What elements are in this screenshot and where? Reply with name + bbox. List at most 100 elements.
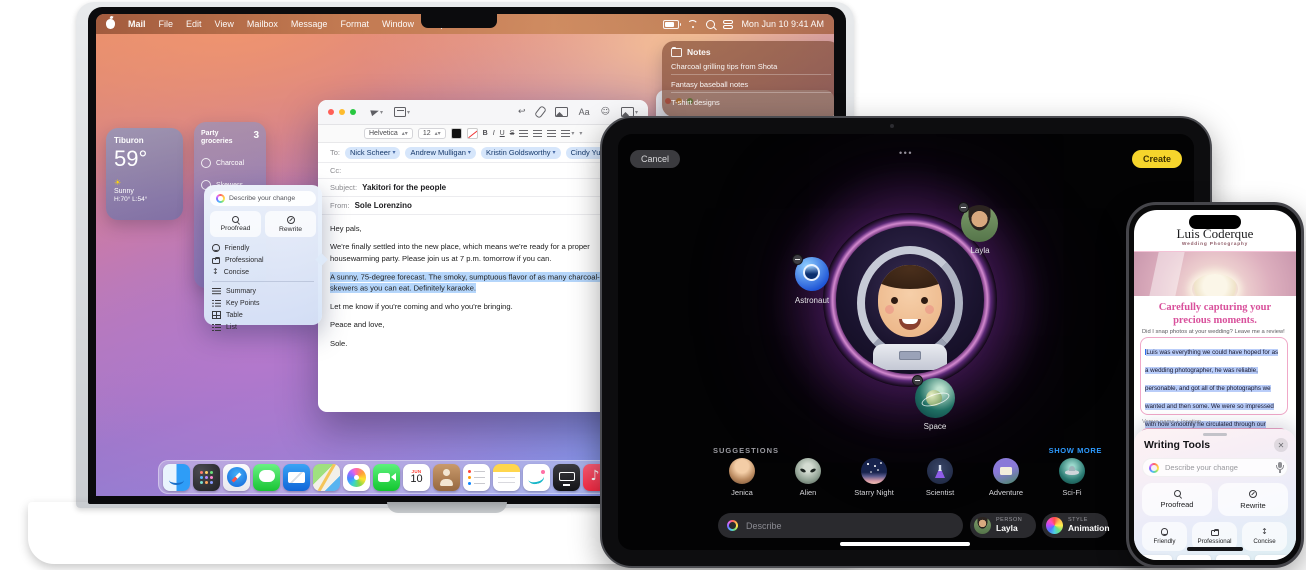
person-chip[interactable]: PERSON Layla [970, 513, 1036, 538]
format-table-option[interactable]: Table [210, 309, 316, 321]
to-field[interactable]: To: Nick Scheer▾ Andrew Mulligan▾ Kristi… [318, 143, 648, 163]
format-summary-option[interactable]: Summary [210, 285, 316, 297]
dock-facetime-icon[interactable] [373, 464, 400, 491]
dock-launchpad-icon[interactable] [193, 464, 220, 491]
font-family-select[interactable]: Helvetica▴▾ [364, 128, 413, 139]
proofread-button[interactable]: Proofread [210, 211, 261, 237]
dock-finder-icon[interactable] [163, 464, 190, 491]
list-style-button[interactable]: ▾ [561, 130, 574, 137]
zoom-window-icon[interactable] [350, 109, 356, 115]
describe-input[interactable] [718, 513, 963, 538]
suggestion-jenica[interactable] [729, 458, 755, 484]
close-button[interactable]: ✕ [1274, 438, 1288, 452]
suggestion-alien[interactable] [795, 458, 821, 484]
menu-format[interactable]: Format [340, 19, 369, 29]
menu-window[interactable]: Window [382, 19, 414, 29]
remove-concept-icon[interactable] [792, 254, 803, 265]
dictation-mic-icon[interactable] [1278, 462, 1282, 468]
fonts-button[interactable]: Aa [579, 107, 590, 117]
suggestion-adventure[interactable] [993, 458, 1019, 484]
create-button[interactable]: Create [1132, 150, 1182, 168]
align-center-icon[interactable] [533, 130, 542, 137]
insert-image-button[interactable] [555, 107, 568, 118]
show-more-button[interactable]: SHOW MORE [1049, 446, 1102, 455]
suggestion-starry-night[interactable] [861, 458, 887, 484]
tone-friendly-option[interactable]: Friendly [210, 242, 316, 254]
text-color-swatch[interactable] [451, 128, 462, 139]
align-right-icon[interactable] [547, 130, 556, 137]
dock-contacts-icon[interactable] [433, 464, 460, 491]
attach-button[interactable] [537, 106, 544, 118]
rewrite-button[interactable]: Rewrite [265, 211, 316, 237]
battery-icon[interactable] [663, 20, 679, 29]
dock-photos-icon[interactable] [343, 464, 370, 491]
dock-freeform-icon[interactable] [523, 464, 550, 491]
concept-bubble-layla[interactable] [961, 205, 998, 242]
suggestion-scientist[interactable] [927, 458, 953, 484]
tone-concise-button[interactable]: ↕ Concise [1242, 522, 1287, 551]
header-fields-button[interactable]: ▾ [394, 107, 410, 117]
menu-edit[interactable]: Edit [186, 19, 202, 29]
indent-button[interactable]: ▾ [579, 130, 582, 137]
reminder-item[interactable]: Charcoal [201, 158, 259, 168]
dock-mail-icon[interactable] [283, 464, 310, 491]
recipient-chip[interactable]: Andrew Mulligan▾ [405, 147, 475, 159]
dock-notes-icon[interactable] [493, 464, 520, 491]
reminder-checkbox-icon[interactable] [201, 158, 211, 168]
emoji-button[interactable]: ☺ [601, 107, 610, 117]
spotlight-search-icon[interactable] [706, 20, 715, 29]
font-size-select[interactable]: 12▴▾ [418, 128, 446, 139]
suggestion-sci-fi[interactable] [1059, 458, 1085, 484]
dock-safari-icon[interactable] [223, 464, 250, 491]
menu-mailbox[interactable]: Mailbox [247, 19, 278, 29]
apple-menu-icon[interactable] [106, 19, 115, 29]
close-window-icon[interactable] [328, 109, 334, 115]
control-center-icon[interactable] [723, 20, 733, 29]
menubar-clock[interactable]: Mon Jun 10 9:41 AM [741, 19, 824, 29]
tone-friendly-button[interactable]: Friendly [1142, 522, 1187, 551]
format-list-option[interactable]: List [210, 321, 316, 333]
notes-widget[interactable]: Notes Charcoal grilling tips from Shota … [662, 41, 834, 117]
proofread-button[interactable]: Proofread [1142, 483, 1212, 516]
tone-concise-option[interactable]: ↕ Concise [210, 266, 316, 278]
bold-button[interactable]: B [483, 130, 488, 137]
remove-concept-icon[interactable] [912, 375, 923, 386]
align-left-icon[interactable] [519, 130, 528, 137]
italic-button[interactable]: I [493, 130, 495, 137]
reply-button[interactable]: ↩ [518, 107, 526, 117]
remove-concept-icon[interactable] [958, 202, 969, 213]
dock-reminders-icon[interactable] [463, 464, 490, 491]
style-chip[interactable]: STYLE Animation [1042, 513, 1108, 538]
subject-field[interactable]: Subject: Yakitori for the people [318, 179, 648, 197]
weather-widget[interactable]: Tiburon 59° ☀ Sunny H:70° L:54° [106, 128, 183, 220]
dock-maps-icon[interactable] [313, 464, 340, 491]
sheet-grabber[interactable] [1203, 433, 1227, 436]
menu-mail[interactable]: Mail [128, 19, 146, 29]
format-card-summary[interactable] [1138, 555, 1172, 560]
strikethrough-button[interactable]: S [510, 130, 515, 137]
dock-messages-icon[interactable] [253, 464, 280, 491]
dock-calendar-icon[interactable]: JUN 10 [403, 464, 430, 491]
tone-professional-option[interactable]: Professional [210, 254, 316, 266]
recipient-chip[interactable]: Nick Scheer▾ [345, 147, 400, 159]
home-indicator[interactable] [840, 542, 970, 546]
format-card-list[interactable] [1255, 555, 1289, 560]
from-field[interactable]: From: Sole Lorenzino [318, 197, 648, 215]
more-options-button[interactable]: ••• [618, 148, 1194, 158]
describe-change-field[interactable]: Describe your change [210, 191, 316, 206]
recipient-chip[interactable]: Kristin Goldsworthy▾ [481, 147, 561, 159]
menu-file[interactable]: File [159, 19, 174, 29]
format-card-table[interactable] [1216, 555, 1250, 560]
highlight-color-swatch[interactable] [467, 128, 478, 139]
email-body[interactable]: Hey pals, We're finally settled into the… [318, 215, 648, 364]
format-key-points-option[interactable]: Key Points [210, 297, 316, 309]
describe-change-input[interactable] [1142, 458, 1288, 477]
cc-field[interactable]: Cc: [318, 163, 648, 179]
note-item[interactable]: T-shirt designs [671, 93, 831, 110]
concept-bubble-astronaut[interactable] [795, 257, 829, 291]
concept-bubble-space[interactable] [915, 378, 955, 418]
home-indicator[interactable] [1187, 547, 1243, 551]
menu-message[interactable]: Message [291, 19, 328, 29]
review-textarea[interactable]: Luis was everything we could have hoped … [1140, 337, 1288, 415]
dock-appletv-icon[interactable] [553, 464, 580, 491]
